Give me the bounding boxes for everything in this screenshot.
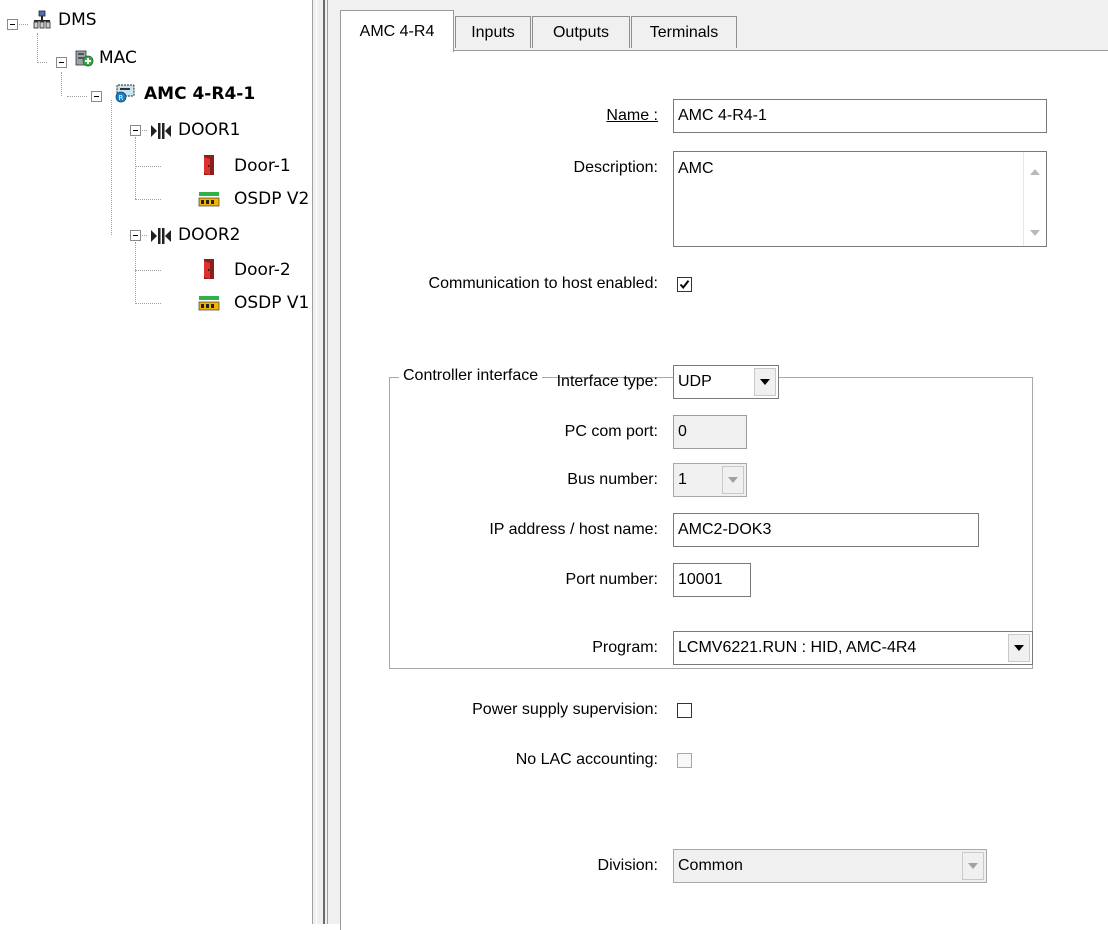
reader-icon bbox=[198, 189, 220, 209]
no-lac-label: No LAC accounting: bbox=[515, 751, 658, 768]
tree-item-door-2[interactable]: Door-2 bbox=[228, 256, 291, 284]
group-title: Controller interface bbox=[399, 367, 543, 385]
svg-text:R: R bbox=[119, 94, 124, 102]
tab-label: Outputs bbox=[552, 23, 610, 41]
bus-number-select[interactable]: 1 bbox=[673, 463, 747, 497]
door-group-icon bbox=[150, 121, 171, 141]
collapse-toggle[interactable] bbox=[91, 91, 102, 102]
tree-item-door1[interactable]: DOOR1 bbox=[172, 116, 240, 144]
panel-splitter[interactable] bbox=[312, 0, 328, 924]
chevron-down-icon bbox=[728, 477, 738, 483]
ip-address-field[interactable]: AMC2-DOK3 bbox=[673, 513, 979, 547]
door-group-icon bbox=[150, 226, 171, 246]
server-icon bbox=[74, 48, 94, 68]
program-value: LCMV6221.RUN : HID, AMC-4R4 bbox=[678, 639, 917, 656]
collapse-toggle[interactable] bbox=[130, 230, 141, 241]
door-icon bbox=[198, 154, 218, 175]
tree-item-controller[interactable]: AMC 4-R4-1 bbox=[138, 80, 255, 108]
tree-item-label: OSDP V1 bbox=[234, 293, 310, 313]
tree-item-label: DMS bbox=[58, 10, 97, 30]
controller-icon: R bbox=[114, 83, 135, 103]
properties-panel: AMC 4-R4 Inputs Outputs Terminals Name :… bbox=[328, 0, 1108, 930]
tree-item-door2[interactable]: DOOR2 bbox=[172, 221, 240, 249]
dropdown-button[interactable] bbox=[722, 466, 744, 494]
scroll-up-icon bbox=[1030, 169, 1040, 175]
door-icon bbox=[198, 258, 218, 279]
tree-item-door-1[interactable]: Door-1 bbox=[228, 152, 291, 180]
dropdown-button[interactable] bbox=[1008, 634, 1030, 662]
pc-com-port-field[interactable]: 0 bbox=[673, 415, 747, 449]
tab-label: AMC 4-R4 bbox=[359, 22, 435, 40]
division-label: Division: bbox=[597, 857, 658, 874]
chevron-down-icon bbox=[968, 863, 978, 869]
chevron-down-icon bbox=[1014, 645, 1024, 651]
port-number-label: Port number: bbox=[565, 571, 658, 588]
ip-address-value: AMC2-DOK3 bbox=[678, 521, 772, 538]
tree-item-label: Door-2 bbox=[234, 260, 291, 280]
checkmark-icon bbox=[679, 280, 690, 290]
pc-com-port-value: 0 bbox=[678, 423, 687, 440]
scroll-down-icon bbox=[1030, 230, 1040, 236]
tree-item-osdp-v2[interactable]: OSDP V2 bbox=[228, 185, 309, 213]
power-supervision-label: Power supply supervision: bbox=[472, 701, 658, 718]
description-field[interactable]: AMC bbox=[673, 151, 1047, 247]
chevron-down-icon bbox=[760, 379, 770, 385]
interface-type-label: Interface type: bbox=[556, 373, 658, 390]
collapse-toggle[interactable] bbox=[7, 19, 18, 30]
tree-item-dms[interactable]: DMS bbox=[52, 6, 97, 34]
no-lac-checkbox[interactable] bbox=[677, 753, 692, 768]
tab-outputs[interactable]: Outputs bbox=[532, 16, 630, 48]
tree-item-osdp-v1[interactable]: OSDP V1 bbox=[228, 289, 309, 317]
tab-inputs[interactable]: Inputs bbox=[455, 16, 531, 48]
collapse-toggle[interactable] bbox=[56, 57, 67, 68]
interface-type-value: UDP bbox=[678, 373, 712, 390]
network-icon bbox=[32, 10, 52, 30]
collapse-toggle[interactable] bbox=[130, 125, 141, 136]
tree-item-label: DOOR1 bbox=[178, 120, 241, 140]
power-supervision-checkbox[interactable] bbox=[677, 703, 692, 718]
bus-number-value: 1 bbox=[678, 471, 687, 488]
description-scrollbar[interactable] bbox=[1023, 152, 1046, 246]
tab-amc-4-r4[interactable]: AMC 4-R4 bbox=[340, 10, 454, 52]
communication-checkbox[interactable] bbox=[677, 277, 692, 292]
program-select[interactable]: LCMV6221.RUN : HID, AMC-4R4 bbox=[673, 631, 1033, 665]
tree-item-label: OSDP V2 bbox=[234, 189, 310, 209]
dropdown-button[interactable] bbox=[962, 852, 984, 880]
tree-item-label: DOOR2 bbox=[178, 225, 241, 245]
reader-icon bbox=[198, 293, 220, 313]
division-value: Common bbox=[678, 857, 743, 874]
tree-item-label: MAC bbox=[99, 48, 137, 68]
name-label: Name : bbox=[606, 107, 658, 124]
tab-label: Terminals bbox=[649, 23, 719, 41]
description-value: AMC bbox=[678, 160, 714, 177]
port-number-field[interactable]: 10001 bbox=[673, 563, 751, 597]
tab-terminals[interactable]: Terminals bbox=[631, 16, 737, 48]
tree-item-label: Door-1 bbox=[234, 156, 291, 176]
name-value: AMC 4-R4-1 bbox=[678, 107, 767, 124]
tab-page: Name : AMC 4-R4-1 Description: AMC Commu… bbox=[340, 50, 1108, 930]
tree-item-mac[interactable]: MAC bbox=[93, 44, 137, 72]
pc-com-port-label: PC com port: bbox=[564, 423, 658, 440]
ip-address-label: IP address / host name: bbox=[489, 521, 658, 538]
communication-label: Communication to host enabled: bbox=[428, 275, 658, 292]
name-field[interactable]: AMC 4-R4-1 bbox=[673, 99, 1047, 133]
program-label: Program: bbox=[592, 639, 658, 656]
division-select[interactable]: Common bbox=[673, 849, 987, 883]
device-tree[interactable]: DMS MAC R AMC 4-R4-1 DOOR1 Door-1 OSDP V… bbox=[0, 0, 312, 924]
tab-label: Inputs bbox=[471, 23, 515, 41]
port-number-value: 10001 bbox=[678, 571, 723, 588]
description-label: Description: bbox=[573, 159, 658, 176]
dropdown-button[interactable] bbox=[754, 368, 776, 396]
tree-item-label: AMC 4-R4-1 bbox=[144, 84, 256, 104]
bus-number-label: Bus number: bbox=[567, 471, 658, 488]
interface-type-select[interactable]: UDP bbox=[673, 365, 779, 399]
